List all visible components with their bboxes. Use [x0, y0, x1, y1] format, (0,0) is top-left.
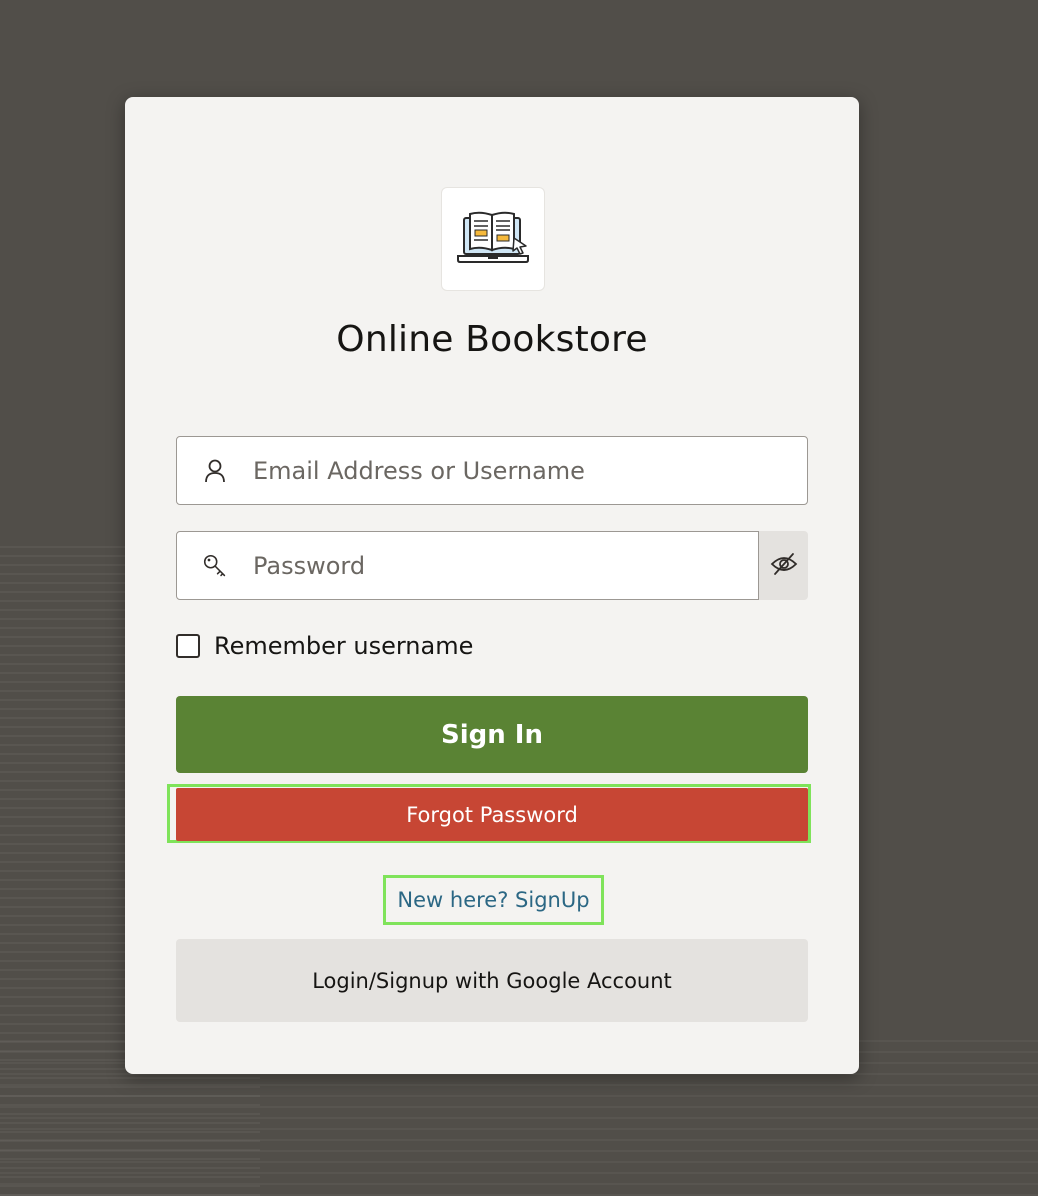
sign-in-button[interactable]: Sign In: [176, 696, 808, 773]
signup-highlight: New here? SignUp: [383, 875, 604, 925]
remember-username-checkbox[interactable]: [176, 634, 200, 658]
username-field[interactable]: [176, 436, 808, 505]
username-input[interactable]: [253, 437, 807, 504]
app-logo: [441, 187, 545, 291]
password-input[interactable]: [253, 532, 758, 599]
forgot-password-button[interactable]: Forgot Password: [176, 788, 808, 841]
app-title: Online Bookstore: [336, 319, 648, 360]
password-field[interactable]: [176, 531, 759, 600]
login-card: Online Bookstore Email Address or Userna…: [125, 97, 859, 1074]
laptop-book-icon: [456, 208, 530, 270]
remember-username-label[interactable]: Remember username: [214, 632, 473, 660]
user-icon: [203, 459, 227, 483]
eye-slash-icon: [770, 552, 798, 580]
signup-link[interactable]: New here? SignUp: [397, 888, 589, 912]
google-login-button[interactable]: Login/Signup with Google Account: [176, 939, 808, 1022]
key-icon: [203, 554, 227, 578]
remember-username: Remember username: [176, 632, 473, 660]
toggle-password-visibility-button[interactable]: [759, 531, 808, 600]
